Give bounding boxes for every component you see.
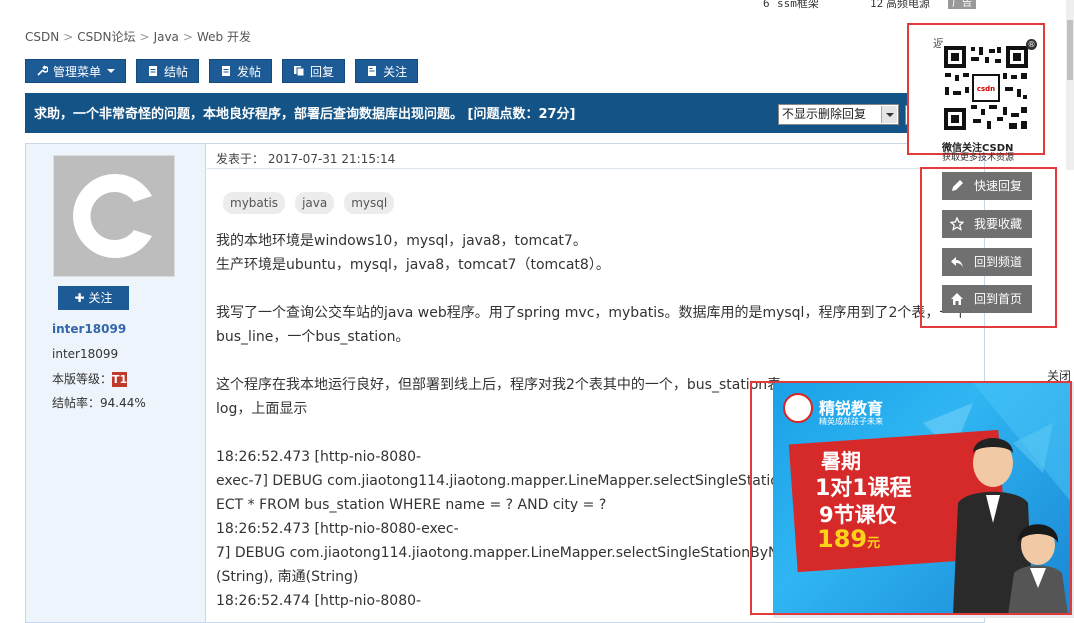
scrollbar[interactable] <box>1066 0 1074 170</box>
author-link[interactable]: inter18099 <box>52 322 126 336</box>
close-thread-button[interactable]: 结帖 <box>136 59 200 83</box>
breadcrumb-web-dev[interactable]: Web 开发 <box>197 30 251 44</box>
pencil-icon <box>952 180 963 191</box>
ad-price-value: 189 <box>817 525 868 553</box>
ad-banner[interactable]: 精锐教育 精英成就孩子未来 暑期 1对1课程 9节课仅 189元 <box>750 381 1072 615</box>
reply-label: 回复 <box>310 64 335 79</box>
ad-people-illustration <box>953 438 1068 613</box>
manage-menu-label: 管理菜单 <box>53 64 102 79</box>
home-icon <box>951 293 963 305</box>
follow-user-button[interactable]: ✚ 关注 <box>58 286 129 310</box>
new-post-label: 发帖 <box>237 64 262 79</box>
breadcrumb: CSDN > CSDN论坛 > Java > Web 开发 <box>25 28 251 45</box>
post-line: 我的本地环境是windows10，mysql，java8，tomcat7。 <box>216 233 587 249</box>
author-level: 本版等级：T1 <box>52 370 127 387</box>
tag-mybatis[interactable]: mybatis <box>223 192 286 214</box>
manage-menu-button[interactable]: 管理菜单 <box>25 59 127 83</box>
tag-mysql[interactable]: mysql <box>344 192 395 214</box>
avatar[interactable] <box>53 155 175 277</box>
breadcrumb-csdn[interactable]: CSDN <box>25 30 59 44</box>
bookmark-icon <box>368 66 377 76</box>
ad-logo-icon <box>783 393 813 423</box>
ad-price-unit: 元 <box>867 536 881 551</box>
top-strip-count-1: 6 <box>763 0 770 10</box>
thread-title: 求助，一个非常奇怪的问题，本地良好程序，部署后查询数据库出现问题。 [问题点数：… <box>34 107 576 122</box>
close-thread-label: 结帖 <box>164 64 189 79</box>
breadcrumb-java[interactable]: Java <box>154 30 179 44</box>
top-ad-strip: 6 ssm框架 12 高频电源 广告 <box>760 0 990 12</box>
close-rate: 结帖率：94.44% <box>52 396 146 410</box>
reply-filter-value: 不显示删除回复 <box>782 107 867 121</box>
reply-arrow-icon <box>951 257 963 267</box>
svg-text:csdn: csdn <box>977 85 995 93</box>
side-action-panel: 快速回复 我要收藏 回到频道 回到首页 <box>920 167 1057 328</box>
back-to-channel-button[interactable]: 回到频道 <box>942 248 1032 276</box>
divider <box>207 168 984 169</box>
top-strip-link-2[interactable]: 高频电源 <box>886 0 930 9</box>
scrollbar-thumb[interactable] <box>1067 20 1073 80</box>
tag-list: mybatis java mysql <box>223 192 395 214</box>
quick-reply-label: 快速回复 <box>974 179 1023 193</box>
follow-thread-label: 关注 <box>383 64 408 79</box>
thread-toolbar: 管理菜单 结帖 发帖 回复 关注 <box>25 59 419 83</box>
qr-code-widget: 返 csdn ® 微信关注CSDN 获取更多技术资源 <box>907 23 1045 163</box>
author-nickname: inter18099 <box>52 347 119 361</box>
ad-price: 189元 <box>817 525 880 553</box>
ad-line-2: 1对1课程 <box>815 476 912 501</box>
qr-close-icon[interactable]: ® <box>1026 39 1037 50</box>
new-post-button[interactable]: 发帖 <box>209 59 273 83</box>
chevron-down-icon <box>107 69 116 73</box>
ad-content[interactable]: 精锐教育 精英成就孩子未来 暑期 1对1课程 9节课仅 189元 <box>773 383 1070 613</box>
favorite-button[interactable]: 我要收藏 <box>942 210 1032 238</box>
quick-reply-button[interactable]: 快速回复 <box>942 172 1032 200</box>
plus-icon: ✚ <box>74 291 85 305</box>
ad-tag: 广告 <box>948 0 976 9</box>
qr-code-icon: csdn <box>941 43 1031 133</box>
avatar-c-icon <box>54 156 174 276</box>
breadcrumb-separator: > <box>139 30 150 44</box>
back-to-home-label: 回到首页 <box>974 292 1023 306</box>
author-panel: ✚ 关注 inter18099 inter18099 本版等级：T1 结帖率：9… <box>26 144 206 622</box>
post-line: 生产环境是ubuntu，mysql，java8，tomcat7（tomcat8）… <box>216 257 610 273</box>
copy-icon <box>294 66 305 77</box>
favorite-label: 我要收藏 <box>974 217 1023 231</box>
star-icon <box>950 217 964 231</box>
reply-button[interactable]: 回复 <box>282 59 346 83</box>
document-icon <box>149 66 158 76</box>
back-to-home-button[interactable]: 回到首页 <box>942 285 1032 313</box>
breadcrumb-separator: > <box>63 30 74 44</box>
chevron-down-icon <box>881 106 897 123</box>
thread-title-bar: 求助，一个非常奇怪的问题，本地良好程序，部署后查询数据库出现问题。 [问题点数：… <box>25 93 1025 133</box>
post-timestamp: 发表于： 2017-07-31 21:15:14 <box>216 152 396 166</box>
level-label: 本版等级： <box>52 372 113 386</box>
post-line: 我写了一个查询公交车站的java web程序。用了spring mvc，myba… <box>216 305 968 321</box>
qr-subcaption: 获取更多技术资源 <box>942 153 1015 163</box>
follow-thread-button[interactable]: 关注 <box>355 59 419 83</box>
reply-filter-select[interactable]: 不显示删除回复 <box>778 104 899 125</box>
post-line: bus_line，一个bus_station。 <box>216 329 410 345</box>
level-badge: T1 <box>112 372 128 387</box>
top-strip-link-1[interactable]: ssm框架 <box>777 0 819 9</box>
follow-user-label: 关注 <box>88 291 113 305</box>
breadcrumb-separator: > <box>182 30 193 44</box>
wrench-icon <box>37 65 48 76</box>
back-to-channel-label: 回到频道 <box>974 255 1023 269</box>
document-icon <box>222 66 231 76</box>
ad-slogan: 精英成就孩子未来 <box>819 417 883 426</box>
breadcrumb-forum[interactable]: CSDN论坛 <box>77 30 135 44</box>
tag-java[interactable]: java <box>295 192 335 214</box>
top-strip-count-2: 12 <box>870 0 884 10</box>
